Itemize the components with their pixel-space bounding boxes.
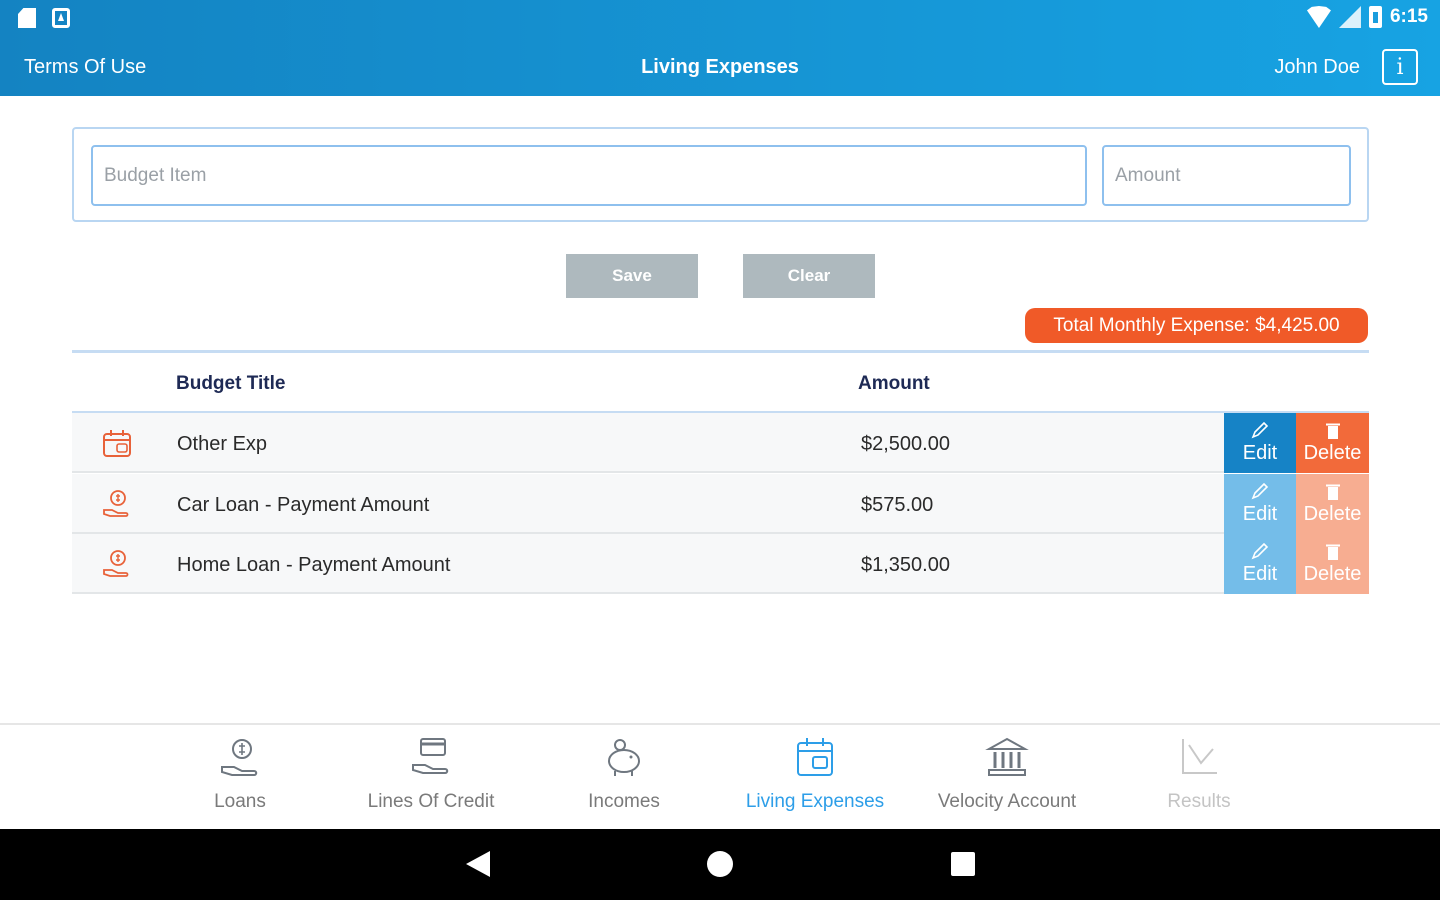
hand-coin-icon [221,739,258,776]
chart-icon [1182,739,1217,774]
row-amount: $575.00 [861,494,934,516]
bottom-navigation: Loans Lines Of Credit Incomes Living Exp… [0,723,1440,829]
terms-of-use-link[interactable]: Terms Of Use [24,56,146,79]
delete-button[interactable]: Delete [1296,413,1369,473]
amount-input[interactable] [1102,145,1351,206]
info-icon: i [1396,54,1404,80]
nav-item-velocity-account[interactable]: Velocity Account [912,733,1102,825]
calendar-icon [103,430,131,457]
nav-label: Velocity Account [937,791,1077,812]
clear-button[interactable]: Clear [743,254,875,298]
expense-form [72,127,1369,222]
delete-button[interactable]: Delete [1296,474,1369,534]
info-button[interactable]: i [1382,49,1418,85]
nav-label: Lines Of Credit [367,791,495,812]
status-bar-left [18,8,70,28]
nav-label: Results [1167,791,1231,812]
column-header-amount: Amount [858,373,930,394]
trash-icon [1325,423,1340,439]
row-amount: $1,350.00 [861,554,950,576]
delete-label: Delete [1303,562,1362,585]
nav-item-living-expenses[interactable]: Living Expenses [720,733,910,825]
pencil-icon [1251,542,1269,559]
table-row: Other Exp $2,500.00 Edit Delete [72,413,1369,473]
budget-item-input[interactable] [91,145,1087,206]
edit-label: Edit [1242,562,1278,585]
edit-label: Edit [1242,441,1278,464]
column-header-budget-title: Budget Title [176,373,286,394]
system-navigation-bar [0,829,1440,900]
status-bar-right: 6:15 [1306,6,1428,28]
pencil-icon [1251,482,1269,499]
wifi-icon [1306,6,1331,28]
nav-label: Incomes [588,791,660,812]
sd-card-icon [18,8,36,28]
nav-label: Living Expenses [745,791,885,812]
pencil-icon [1251,421,1269,438]
table-header: Budget Title Amount [72,353,1369,413]
app-header: 6:15 Terms Of Use Living Expenses John D… [0,0,1440,96]
delete-button[interactable]: Delete [1296,534,1369,594]
total-monthly-expense-badge: Total Monthly Expense: $4,425.00 [1025,308,1368,343]
table-row: Home Loan - Payment Amount $1,350.00 Edi… [72,534,1369,594]
save-button[interactable]: Save [566,254,698,298]
edit-button[interactable]: Edit [1224,474,1296,534]
nav-item-results[interactable]: Results [1104,733,1294,825]
calendar-icon [797,738,833,776]
signal-icon [1338,6,1361,28]
hand-coin-icon [103,490,129,517]
back-icon[interactable] [466,851,490,877]
trash-icon [1325,544,1340,560]
edit-label: Edit [1242,502,1278,525]
page-title: Living Expenses [641,56,799,78]
nav-item-loans[interactable]: Loans [145,733,335,825]
delete-label: Delete [1303,502,1362,525]
credit-card-hand-icon [412,738,449,774]
row-amount: $2,500.00 [861,433,950,455]
notification-icon [52,8,70,28]
nav-item-lines-of-credit[interactable]: Lines Of Credit [336,733,526,825]
bank-icon [985,737,1029,776]
delete-label: Delete [1303,441,1362,464]
user-name[interactable]: John Doe [1274,56,1360,79]
nav-item-incomes[interactable]: Incomes [529,733,719,825]
recents-icon[interactable] [951,852,975,876]
home-icon[interactable] [707,851,733,877]
row-budget-title: Home Loan - Payment Amount [177,554,451,576]
edit-button[interactable]: Edit [1224,534,1296,594]
table-row: Car Loan - Payment Amount $575.00 Edit D… [72,474,1369,534]
row-budget-title: Car Loan - Payment Amount [177,494,430,516]
piggy-bank-icon [608,739,640,776]
battery-icon [1368,6,1382,28]
nav-label: Loans [214,791,266,812]
row-budget-title: Other Exp [177,433,268,455]
hand-coin-icon [103,550,129,577]
trash-icon [1325,484,1340,500]
status-time: 6:15 [1389,6,1428,27]
edit-button[interactable]: Edit [1224,413,1296,473]
